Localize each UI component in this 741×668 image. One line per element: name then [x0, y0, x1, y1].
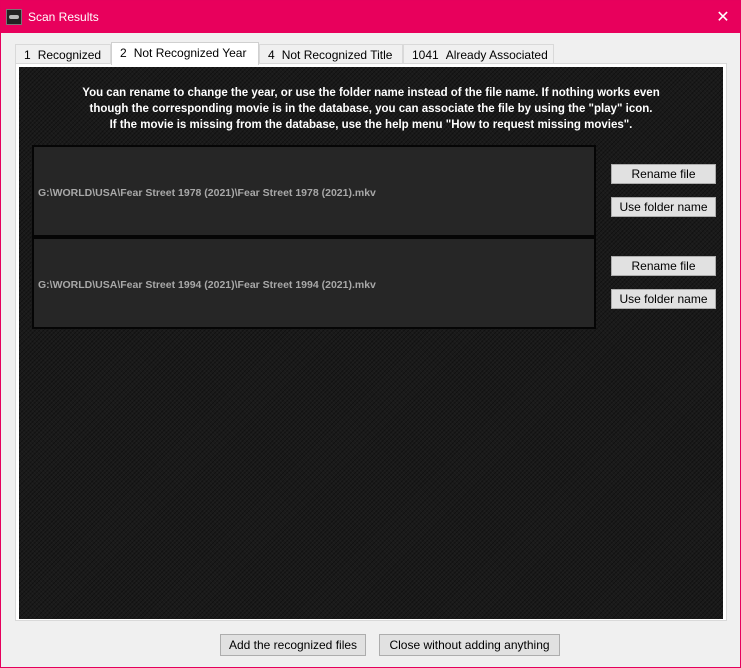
- tab-label: Recognized: [37, 48, 102, 62]
- file-row: G:\WORLD\USA\Fear Street 1978 (2021)\Fea…: [32, 145, 596, 237]
- rename-file-button[interactable]: Rename file: [611, 164, 716, 184]
- file-path: G:\WORLD\USA\Fear Street 1994 (2021)\Fea…: [38, 279, 376, 291]
- scan-results-window: Scan Results ✕ 1 Recognized 2 Not Recogniz…: [0, 0, 741, 668]
- tab-recognized[interactable]: 1 Recognized: [15, 44, 111, 63]
- close-without-adding-button[interactable]: Close without adding anything: [379, 634, 560, 656]
- rename-file-button[interactable]: Rename file: [611, 256, 716, 276]
- info-line-2: though the corresponding movie is in the…: [89, 103, 653, 115]
- info-line-3: If the movie is missing from the databas…: [109, 119, 633, 131]
- tab-count: 1: [24, 48, 31, 62]
- info-line-1: You can rename to change the year, or us…: [82, 87, 660, 99]
- results-area: You can rename to change the year, or us…: [19, 67, 723, 619]
- tab-not-recognized-title[interactable]: 4 Not Recognized Title: [259, 44, 403, 63]
- use-folder-name-button[interactable]: Use folder name: [611, 289, 716, 309]
- use-folder-name-button[interactable]: Use folder name: [611, 197, 716, 217]
- tab-already-associated[interactable]: 1041 Already Associated: [403, 44, 554, 63]
- tab-label: Already Associated: [445, 48, 548, 62]
- info-message: You can rename to change the year, or us…: [19, 85, 723, 133]
- tab-not-recognized-year[interactable]: 2 Not Recognized Year: [111, 42, 259, 65]
- file-path: G:\WORLD\USA\Fear Street 1978 (2021)\Fea…: [38, 187, 376, 199]
- file-row: G:\WORLD\USA\Fear Street 1994 (2021)\Fea…: [32, 237, 596, 329]
- tab-count: 2: [120, 46, 127, 60]
- close-icon[interactable]: ✕: [706, 1, 740, 33]
- tab-count: 1041: [412, 48, 439, 62]
- window-title: Scan Results: [28, 10, 99, 24]
- tab-label: Not Recognized Year: [133, 46, 247, 60]
- add-recognized-files-button[interactable]: Add the recognized files: [220, 634, 366, 656]
- app-icon: [6, 9, 22, 25]
- title-bar[interactable]: Scan Results ✕: [1, 1, 740, 33]
- tab-label: Not Recognized Title: [281, 48, 393, 62]
- tab-count: 4: [268, 48, 275, 62]
- tab-panel: You can rename to change the year, or us…: [15, 63, 727, 621]
